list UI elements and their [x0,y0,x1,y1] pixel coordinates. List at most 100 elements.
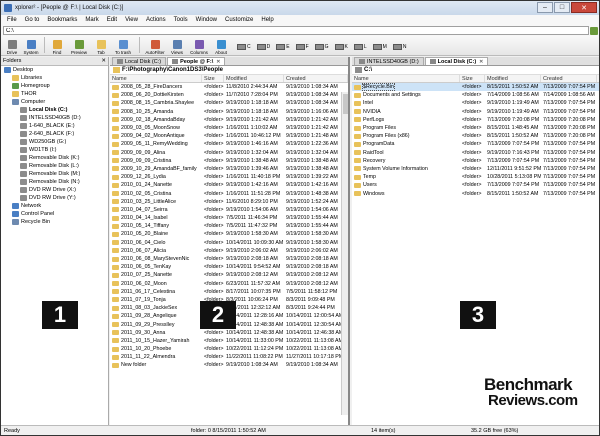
toolbar-button-autofilter[interactable]: AutoFilter [143,36,167,55]
table-row[interactable]: 2009_02_18_AmandaBday <folder> 9/19/2010 1… [110,116,348,124]
drive-button-f[interactable]: F [295,44,309,50]
table-row[interactable]: PerfLogs <folder> 7/13/2009 7:20:08 PM 7/13… [352,116,599,124]
table-row[interactable]: 2009_09_09_Alina <folder> 9/19/2010 1:32:0… [110,149,348,157]
table-row[interactable]: 2010_06_05_TenKay <folder> 10/14/2011 9:54… [110,263,348,271]
menu-item-file[interactable]: File [3,17,21,23]
table-row[interactable]: 2010_05_14_Tiffany <folder> 7/5/2011 11:47… [110,222,348,230]
table-row[interactable]: 2010_04_07_Seirra <folder> 9/19/2010 1:54:… [110,206,348,214]
table-row[interactable]: Users <folder> 7/13/2009 7:07:54 PM 7/13/20… [352,181,599,189]
table-row[interactable]: Temp <folder> 10/28/2011 5:13:08 PM 7/13/20… [352,173,599,181]
table-row[interactable]: 2010_07_25_Nanette <folder> 9/19/2010 2:08… [110,271,348,279]
toolbar-button-about[interactable]: About [212,36,230,55]
menu-item-tools[interactable]: Tools [170,17,192,23]
drive-button-e[interactable]: E [276,44,290,50]
toolbar-button-tab[interactable]: Tab [92,36,110,55]
tab-inactive[interactable]: INTELSSD40GB (D:) [354,57,424,65]
table-row[interactable]: 2010_02_05_Cristina <folder> 1/16/2011 11:… [110,189,348,197]
column-header-size[interactable]: Size [460,75,485,82]
table-row[interactable]: 2011_06_17_Celestina <folder> 8/17/2011 10… [110,288,348,296]
toolbar-button-to-trash[interactable]: To trash [111,36,135,55]
table-row[interactable]: 2009_03_05_MoonSnow <folder> 1/16/2011 1:1… [110,124,348,132]
table-row[interactable]: 2011_10_15_Hazer_Yamirah <folder> 10/14/20… [110,337,348,345]
table-row[interactable]: 2011_10_20_Phoebe <folder> 10/22/2011 11:1… [110,345,348,353]
table-row[interactable]: Recovery <folder> 7/13/2009 7:07:54 PM 7/13… [352,157,599,165]
column-header-size[interactable]: Size [202,75,224,82]
menu-item-go-to[interactable]: Go to [21,17,44,23]
close-button[interactable]: ✕ [571,2,597,13]
table-row[interactable]: 2008_05_28_FireDancers <folder> 11/8/2010 … [110,83,348,91]
tree-node[interactable]: Desktop [1,66,108,74]
table-row[interactable]: 2010_01_24_Nanette <folder> 9/19/2010 1:42… [110,181,348,189]
drive-button-d[interactable]: D [256,44,270,50]
tree-node[interactable]: Removable Disk (N:) [1,178,108,186]
table-row[interactable]: 2010_06_04_Cielo <folder> 10/14/2011 10:09… [110,239,348,247]
table-row[interactable]: 2010_05_20_Blaine <folder> 9/19/2010 1:58:… [110,230,348,238]
menu-item-actions[interactable]: Actions [142,17,170,23]
tree-node[interactable]: DVD RW Drive (Y:) [1,194,108,202]
toolbar-button-views[interactable]: Views [168,36,186,55]
column-header-modified[interactable]: Modified [224,75,284,82]
table-row[interactable]: 2008_10_25_Amanda <folder> 9/19/2010 1:18:… [110,108,348,116]
table-row[interactable]: Documents and Settings <folder> 7/14/2009 … [352,91,599,99]
toolbar-button-drive[interactable]: Drive [3,36,21,55]
minimize-button[interactable]: – [537,2,553,13]
tab-active[interactable]: People @ F:\ ✕ [167,57,226,65]
address-input[interactable] [3,26,589,35]
tree-node[interactable]: 2-640_BLACK (F:) [1,130,108,138]
drive-button-k[interactable]: K [334,44,348,50]
right-path[interactable]: C:\ [352,66,599,75]
table-row[interactable]: New folder <folder> 9/19/2010 1:08:34 AM 9/… [110,361,348,369]
go-icon[interactable] [590,26,598,35]
drive-button-m[interactable]: M [372,44,387,50]
drive-button-c[interactable]: C [237,44,251,50]
tree-node[interactable]: Removable Disk (L:) [1,162,108,170]
toolbar-button-system[interactable]: System [22,36,40,55]
close-icon[interactable]: ✕ [216,59,220,65]
tree-node[interactable]: INTELSSD40GB (D:) [1,114,108,122]
table-row[interactable]: 2009_09_09_Cristina <folder> 9/19/2010 1:3… [110,157,348,165]
tree-node[interactable]: Computer [1,98,108,106]
table-row[interactable]: 2008_06_20_DottieKirsten <folder> 11/7/201… [110,91,348,99]
tree-node[interactable]: Local Disk (C:) [1,106,108,114]
drive-button-n[interactable]: N [392,44,406,50]
table-row[interactable]: $Recycle.Bin <folder> 8/15/2011 1:50:52 AM… [352,83,599,92]
tree-node[interactable]: Removable Disk (M:) [1,170,108,178]
tree-node[interactable]: Control Panel [1,210,108,218]
drive-button-g[interactable]: G [314,44,329,50]
table-row[interactable]: 2011_11_22_Almendra <folder> 11/22/2011 11… [110,353,348,361]
left-path[interactable]: F:\Photography\Canon1DS3\People [110,66,348,75]
column-header-created[interactable]: Created [541,75,597,82]
drive-button-l[interactable]: L [353,44,367,50]
tree-node[interactable]: Network [1,202,108,210]
menu-item-view[interactable]: View [121,17,142,23]
menu-item-help[interactable]: Help [257,17,277,23]
table-row[interactable]: Intel <folder> 9/19/2010 1:19:49 AM 7/13/20… [352,99,599,107]
table-row[interactable]: ProgramData <folder> 7/13/2009 7:07:54 PM 7… [352,140,599,148]
tree-node[interactable]: Libraries [1,74,108,82]
tree-node[interactable]: DVD RW Drive (X:) [1,186,108,194]
menu-item-bookmarks[interactable]: Bookmarks [43,17,81,23]
tree-node[interactable]: WD250GB (G:) [1,138,108,146]
table-row[interactable]: 2008_08_15_Cambria.Shaylee <folder> 9/19/2… [110,99,348,107]
column-header-created[interactable]: Created [284,75,348,82]
maximize-button[interactable]: □ [554,2,570,13]
close-icon[interactable]: ✕ [479,59,483,65]
tree-node[interactable]: WD1TB (I:) [1,146,108,154]
table-row[interactable]: 2009_10_29_AmandaBF_family <folder> 9/19/2… [110,165,348,173]
table-row[interactable]: 2010_04_14_Isabel <folder> 7/5/2011 11:46:… [110,214,348,222]
table-row[interactable]: 2009_04_02_MoonAntique <folder> 1/16/2011 … [110,132,348,140]
toolbar-button-find[interactable]: Find [48,36,66,55]
tree-node[interactable]: THOR [1,90,108,98]
tree-close-icon[interactable]: ✕ [101,58,106,64]
table-row[interactable]: NVIDIA <folder> 9/19/2010 1:19:49 AM 7/13/2… [352,108,599,116]
table-row[interactable]: System Volume Information <folder> 12/11/2… [352,165,599,173]
tree-node[interactable]: 1-640_BLACK (E:) [1,122,108,130]
tab-active[interactable]: Local Disk (C:) ✕ [424,57,489,65]
table-row[interactable]: 2010_03_25_LittleAlice <folder> 11/6/2010 … [110,198,348,206]
tree-node[interactable]: Removable Disk (K:) [1,154,108,162]
tree-node[interactable]: Homegroup [1,82,108,90]
tree-node[interactable]: Recycle Bin [1,218,108,226]
table-row[interactable]: Program Files <folder> 8/15/2011 1:48:45 A… [352,124,599,132]
menu-item-edit[interactable]: Edit [103,17,121,23]
table-row[interactable]: RaidTool <folder> 9/19/2010 7:16:43 PM 7/13… [352,149,599,157]
